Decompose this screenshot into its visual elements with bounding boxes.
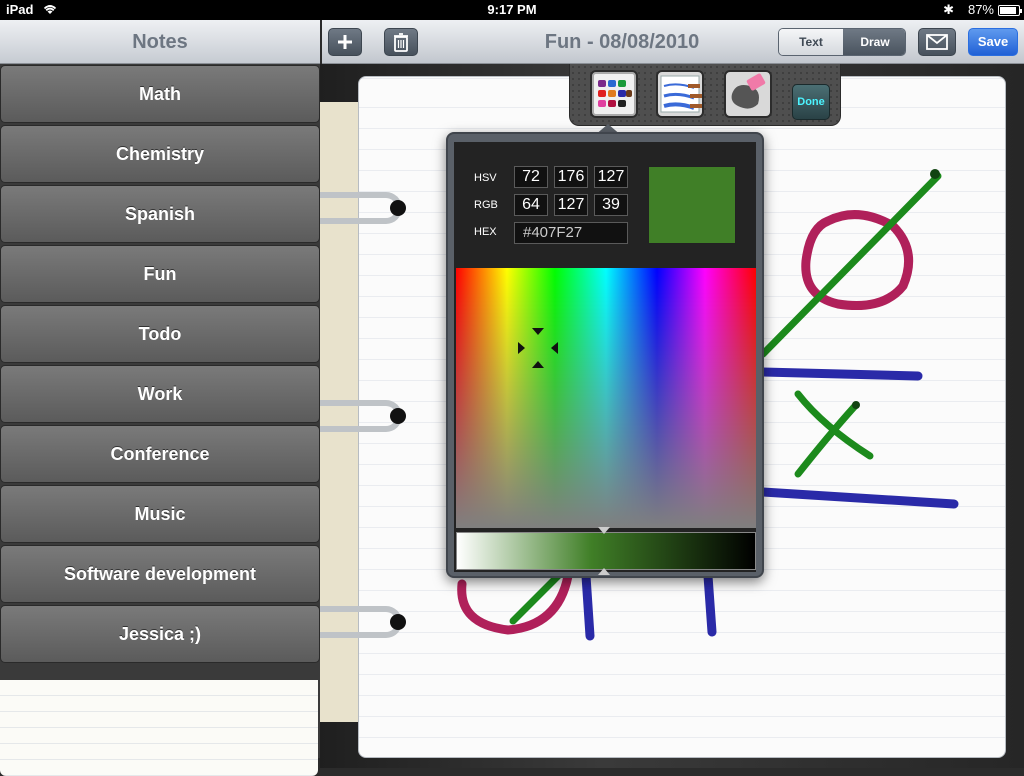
- plus-icon: [337, 33, 353, 55]
- battery-percent: 87%: [967, 2, 994, 17]
- saturation-field[interactable]: 176: [554, 166, 588, 188]
- add-note-button[interactable]: [328, 28, 362, 56]
- note-item-software-development[interactable]: Software development: [0, 545, 320, 603]
- crosshair-icon[interactable]: [518, 328, 558, 368]
- note-item-music[interactable]: Music: [0, 485, 320, 543]
- slider-marker-icon[interactable]: [597, 527, 611, 575]
- notes-list: Math Chemistry Spanish Fun Todo Work Con…: [0, 65, 320, 665]
- color-palette-icon: [592, 80, 636, 120]
- hue-saturation-spectrum[interactable]: [456, 268, 756, 528]
- green-field[interactable]: 127: [554, 194, 588, 216]
- battery-icon: [998, 5, 1022, 16]
- brush-size-icon: [658, 75, 702, 120]
- clock: 9:17 PM: [487, 2, 537, 17]
- hue-field[interactable]: 72: [514, 166, 548, 188]
- color-picker-body: HSV RGB HEX 72 176 127 64 127 39 #407F27: [454, 142, 756, 575]
- sidebar-paper: [0, 680, 318, 776]
- draw-mode-button[interactable]: Draw: [843, 29, 905, 55]
- delete-note-button[interactable]: [384, 28, 418, 56]
- text-draw-segmented-control: Text Draw: [778, 28, 906, 56]
- bluetooth-icon: ✱: [943, 2, 954, 17]
- note-item-jessica[interactable]: Jessica ;): [0, 605, 320, 663]
- note-item-chemistry[interactable]: Chemistry: [0, 125, 320, 183]
- trash-icon: [393, 33, 409, 57]
- text-mode-button[interactable]: Text: [779, 29, 843, 55]
- top-toolbar: Fun - 08/08/2010 Text Draw Save: [322, 20, 1024, 64]
- eraser-icon: [726, 73, 770, 120]
- drawing-tool-palette: Done: [569, 64, 841, 126]
- color-palette-button[interactable]: [590, 70, 638, 118]
- note-item-math[interactable]: Math: [0, 65, 320, 123]
- ink-stroke-navy-line-1: [758, 367, 923, 381]
- ink-stroke-navy-line-2: [758, 487, 959, 509]
- save-button[interactable]: Save: [968, 28, 1018, 56]
- brush-size-button[interactable]: [656, 70, 704, 118]
- eraser-button[interactable]: [724, 70, 772, 118]
- done-button[interactable]: Done: [792, 84, 830, 120]
- ink-stroke-navy-vertical-1: [581, 571, 595, 641]
- email-button[interactable]: [918, 28, 956, 56]
- note-item-conference[interactable]: Conference: [0, 425, 320, 483]
- ink-dot: [930, 169, 940, 179]
- note-item-fun[interactable]: Fun: [0, 245, 320, 303]
- envelope-icon: [926, 33, 948, 55]
- ink-stroke-navy-vertical-2: [703, 571, 717, 637]
- rgb-label: RGB: [474, 199, 498, 211]
- color-swatch: [648, 166, 736, 244]
- note-item-todo[interactable]: Todo: [0, 305, 320, 363]
- red-field[interactable]: 64: [514, 194, 548, 216]
- hex-label: HEX: [474, 226, 497, 238]
- note-title: Fun - 08/08/2010: [544, 31, 700, 53]
- note-item-work[interactable]: Work: [0, 365, 320, 423]
- hex-field[interactable]: #407F27: [514, 222, 628, 244]
- note-item-spanish[interactable]: Spanish: [0, 185, 320, 243]
- blue-field[interactable]: 39: [594, 194, 628, 216]
- value-field[interactable]: 127: [594, 166, 628, 188]
- color-picker-popover: HSV RGB HEX 72 176 127 64 127 39 #407F27: [446, 132, 764, 578]
- brightness-slider[interactable]: [456, 527, 756, 575]
- sidebar-title: Notes: [0, 20, 320, 64]
- status-bar: iPad 9:17 PM ✱ 87%: [0, 0, 1024, 20]
- ink-dot: [852, 401, 860, 409]
- hsv-label: HSV: [474, 172, 497, 184]
- notes-sidebar: Notes Math Chemistry Spanish Fun Todo Wo…: [0, 20, 320, 776]
